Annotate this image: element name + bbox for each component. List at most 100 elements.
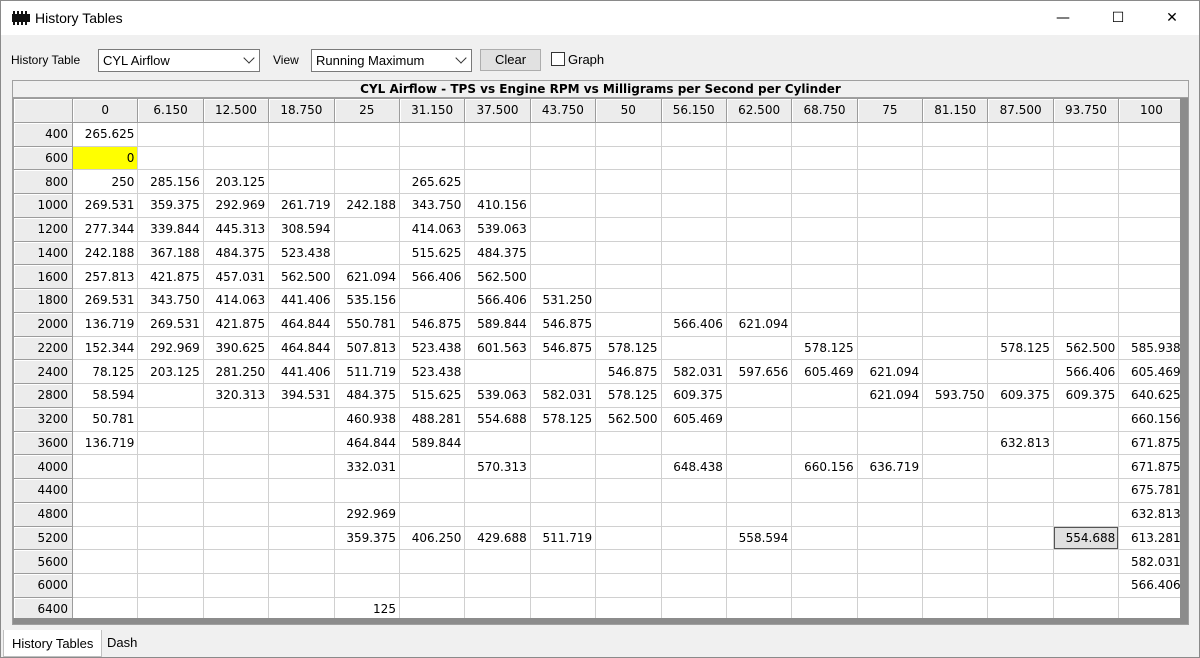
row-header[interactable]: 2800 <box>13 383 73 408</box>
table-cell[interactable]: 621.094 <box>856 383 924 408</box>
table-cell[interactable] <box>725 454 793 479</box>
table-cell[interactable] <box>268 501 335 527</box>
table-cell[interactable] <box>1052 478 1120 503</box>
table-cell[interactable]: 593.750 <box>922 383 989 408</box>
table-cell[interactable] <box>987 193 1054 218</box>
table-cell[interactable] <box>595 525 662 551</box>
table-cell[interactable] <box>987 216 1054 242</box>
table-cell[interactable] <box>1052 145 1120 171</box>
table-cell[interactable] <box>595 288 662 313</box>
table-cell[interactable] <box>725 121 793 147</box>
table-cell[interactable] <box>464 478 531 503</box>
table-cell[interactable] <box>333 240 400 266</box>
table-cell[interactable]: 445.313 <box>202 216 270 242</box>
table-cell[interactable] <box>660 478 727 503</box>
table-cell[interactable] <box>595 430 662 456</box>
table-cell[interactable] <box>1118 169 1185 194</box>
table-cell[interactable] <box>398 288 466 313</box>
close-button[interactable]: ✕ <box>1145 1 1199 35</box>
table-cell[interactable]: 578.125 <box>529 406 597 432</box>
table-cell[interactable] <box>856 573 924 598</box>
table-cell[interactable] <box>398 454 466 479</box>
table-cell[interactable]: 285.156 <box>137 169 204 194</box>
table-cell[interactable] <box>922 264 989 289</box>
table-cell[interactable] <box>856 406 924 432</box>
row-header[interactable]: 1200 <box>13 216 73 242</box>
table-cell[interactable]: 308.594 <box>268 216 335 242</box>
table-cell[interactable] <box>1052 501 1120 527</box>
table-cell[interactable]: 582.031 <box>1118 549 1185 574</box>
table-cell[interactable] <box>987 311 1054 337</box>
column-header[interactable]: 68.750 <box>791 98 858 123</box>
table-cell[interactable] <box>529 145 597 171</box>
table-cell[interactable]: 566.406 <box>398 264 466 289</box>
table-cell[interactable] <box>595 216 662 242</box>
row-header[interactable]: 2200 <box>13 335 73 361</box>
table-cell[interactable] <box>856 121 924 147</box>
table-cell[interactable]: 136.719 <box>71 311 139 337</box>
table-cell[interactable] <box>922 525 989 551</box>
table-cell[interactable] <box>464 359 531 384</box>
table-cell[interactable] <box>1052 430 1120 456</box>
table-cell[interactable] <box>398 501 466 527</box>
table-cell[interactable] <box>595 193 662 218</box>
table-cell[interactable] <box>595 169 662 194</box>
table-cell[interactable] <box>137 573 204 598</box>
graph-checkbox-label[interactable]: Graph <box>568 52 604 67</box>
table-cell[interactable]: 257.813 <box>71 264 139 289</box>
table-cell[interactable] <box>1118 288 1185 313</box>
table-cell[interactable] <box>1118 216 1185 242</box>
table-cell[interactable]: 578.125 <box>595 335 662 361</box>
column-header[interactable]: 6.150 <box>137 98 204 123</box>
table-cell[interactable]: 507.813 <box>333 335 400 361</box>
row-header[interactable]: 800 <box>13 169 73 194</box>
table-cell[interactable]: 484.375 <box>333 383 400 408</box>
table-cell[interactable] <box>529 478 597 503</box>
table-cell[interactable] <box>1118 193 1185 218</box>
table-cell[interactable]: 605.469 <box>1118 359 1185 384</box>
table-cell[interactable] <box>922 288 989 313</box>
table-cell[interactable]: 410.156 <box>464 193 531 218</box>
table-cell[interactable] <box>529 549 597 574</box>
table-cell[interactable] <box>268 478 335 503</box>
table-cell[interactable] <box>333 121 400 147</box>
table-cell[interactable] <box>987 573 1054 598</box>
table-cell[interactable]: 0 <box>71 145 139 171</box>
table-cell[interactable]: 582.031 <box>660 359 727 384</box>
table-cell[interactable]: 546.875 <box>529 335 597 361</box>
row-header[interactable]: 3600 <box>13 430 73 456</box>
table-cell[interactable] <box>725 501 793 527</box>
table-cell[interactable] <box>595 501 662 527</box>
table-cell[interactable]: 609.375 <box>987 383 1054 408</box>
table-cell[interactable] <box>137 549 204 574</box>
table-cell[interactable]: 78.125 <box>71 359 139 384</box>
table-cell[interactable]: 632.813 <box>1118 501 1185 527</box>
table-cell[interactable]: 515.625 <box>398 240 466 266</box>
table-cell[interactable]: 421.875 <box>137 264 204 289</box>
table-cell[interactable] <box>791 288 858 313</box>
table-cell[interactable]: 484.375 <box>464 240 531 266</box>
row-header[interactable]: 4000 <box>13 454 73 479</box>
table-cell[interactable] <box>529 240 597 266</box>
table-cell[interactable] <box>987 121 1054 147</box>
table-cell[interactable] <box>464 169 531 194</box>
table-cell[interactable]: 531.250 <box>529 288 597 313</box>
table-cell[interactable]: 332.031 <box>333 454 400 479</box>
table-cell[interactable] <box>856 288 924 313</box>
column-header[interactable]: 37.500 <box>464 98 531 123</box>
table-cell[interactable]: 605.469 <box>791 359 858 384</box>
table-cell[interactable] <box>660 549 727 574</box>
column-header[interactable]: 18.750 <box>268 98 335 123</box>
row-header[interactable]: 3200 <box>13 406 73 432</box>
table-cell[interactable] <box>398 145 466 171</box>
column-header[interactable]: 75 <box>856 98 924 123</box>
table-cell[interactable] <box>791 549 858 574</box>
column-header[interactable]: 31.150 <box>398 98 466 123</box>
row-header[interactable]: 5200 <box>13 525 73 551</box>
history-table-select[interactable]: CYL Airflow <box>98 49 260 72</box>
table-cell[interactable] <box>922 169 989 194</box>
table-cell[interactable]: 292.969 <box>137 335 204 361</box>
table-cell[interactable]: 441.406 <box>268 288 335 313</box>
table-cell[interactable]: 460.938 <box>333 406 400 432</box>
table-cell[interactable]: 339.844 <box>137 216 204 242</box>
